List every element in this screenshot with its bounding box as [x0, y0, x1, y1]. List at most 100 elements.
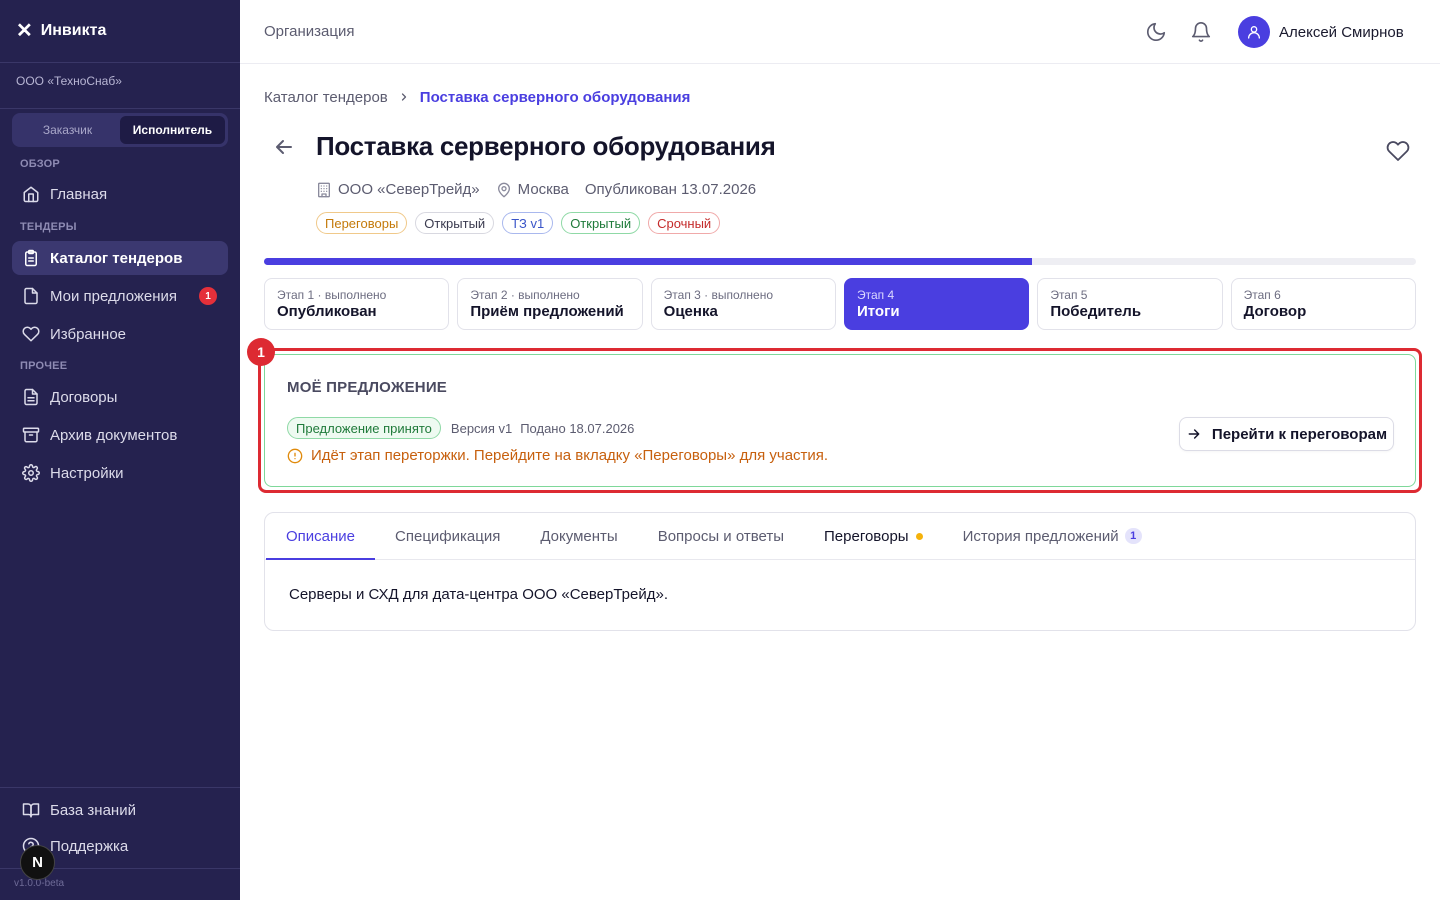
organization-name: ООО «ТехноСнаб»	[0, 63, 240, 109]
role-contractor[interactable]: Исполнитель	[120, 116, 225, 144]
stage-name: Итоги	[856, 303, 900, 320]
stage-3[interactable]: Этап 3 · выполнено Оценка	[650, 278, 836, 330]
tab-label: Описание	[286, 527, 356, 545]
stage-number: Этап 4	[856, 288, 895, 302]
gear-icon	[22, 464, 40, 482]
sidebar-item-label: Мои предложения	[50, 287, 178, 305]
stage-2[interactable]: Этап 2 · выполнено Приём предложений	[457, 278, 643, 330]
progress-fill	[264, 258, 1033, 265]
tag: Открытый	[561, 212, 641, 234]
document-icon	[24, 388, 38, 406]
file-icon	[24, 287, 38, 305]
tab-label: Спецификация	[395, 527, 501, 545]
archive-icon	[22, 427, 40, 443]
map-pin-icon	[497, 182, 510, 197]
section-tenders: ТЕНДЕРЫ	[20, 221, 77, 233]
tab-qa[interactable]: Вопросы и ответы	[638, 513, 804, 559]
tab-label: Вопросы и ответы	[657, 527, 785, 545]
sidebar-item-settings[interactable]: Настройки	[12, 456, 228, 490]
city-name: Москва	[517, 181, 569, 198]
tag: Переговоры	[316, 212, 408, 234]
page-title: Поставка серверного оборудования	[316, 131, 776, 161]
tab-label: История предложений	[962, 527, 1119, 545]
tender-published: Опубликован 13.07.2026	[585, 181, 756, 198]
offers-count-badge: 1	[199, 287, 217, 305]
stage-1[interactable]: Этап 1 · выполнено Опубликован	[264, 278, 450, 330]
avatar	[1238, 16, 1270, 48]
sidebar-item-home[interactable]: Главная	[12, 177, 228, 211]
stage-name: Победитель	[1050, 303, 1142, 320]
section-overview: ОБЗОР	[20, 158, 60, 170]
stage-name: Оценка	[663, 303, 718, 320]
dev-tools-badge[interactable]: N	[20, 845, 55, 880]
stage-name: Опубликован	[277, 303, 377, 320]
brand-x-icon: ✕	[16, 20, 33, 42]
stage-progress-bar	[264, 258, 1416, 265]
stage-number: Этап 5	[1050, 288, 1088, 302]
chevron-right-icon	[398, 90, 410, 106]
back-arrow-icon[interactable]	[272, 135, 296, 159]
stage-name: Договор	[1243, 303, 1307, 320]
sidebar-item-catalog[interactable]: Каталог тендеров	[12, 241, 228, 275]
sidebar-item-label: Архив документов	[50, 426, 178, 444]
tender-city: Москва	[496, 181, 569, 198]
stage-6[interactable]: Этап 6 Договор	[1230, 278, 1416, 330]
stage-5[interactable]: Этап 5 Победитель	[1037, 278, 1223, 330]
brand-logo[interactable]: ✕ Инвикта	[0, 0, 240, 63]
breadcrumb-current: Поставка серверного оборудования	[419, 89, 691, 106]
sidebar-item-label: База знаний	[50, 801, 136, 819]
sidebar-item-my-offers[interactable]: Мои предложения 1	[12, 279, 228, 313]
stage-number: Этап 3 · выполнено	[663, 288, 773, 302]
tab-offer-history[interactable]: История предложений 1	[943, 513, 1162, 559]
moon-icon[interactable]	[1145, 21, 1167, 43]
user-icon	[1248, 26, 1260, 39]
role-switch: Заказчик Исполнитель	[12, 113, 228, 147]
sidebar-item-favorites[interactable]: Избранное	[12, 317, 228, 351]
tag: ТЗ v1	[502, 212, 554, 234]
tab-negotiations[interactable]: Переговоры	[804, 513, 943, 559]
breadcrumb-catalog[interactable]: Каталог тендеров	[264, 89, 388, 106]
tag: Открытый	[415, 212, 495, 234]
published-date: Опубликован 13.07.2026	[584, 181, 757, 198]
role-customer[interactable]: Заказчик	[15, 116, 120, 144]
tender-company: ООО «СеверТрейд»	[316, 181, 480, 198]
tender-meta: ООО «СеверТрейд» Москва Опубликован 13.0…	[316, 181, 772, 198]
sidebar-item-label: Настройки	[50, 464, 124, 482]
sidebar-item-label: Главная	[50, 185, 108, 203]
tab-specification[interactable]: Спецификация	[375, 513, 520, 559]
stage-number: Этап 6	[1243, 288, 1281, 302]
top-bar: Организация Алексей Смирнов	[240, 0, 1440, 64]
sidebar-item-label: Поддержка	[50, 837, 129, 855]
sidebar-item-archive[interactable]: Архив документов	[12, 418, 228, 452]
divider	[0, 787, 240, 788]
tender-tags: Переговоры Открытый ТЗ v1 Открытый Срочный	[316, 212, 728, 234]
annotation-highlight-box	[258, 348, 1422, 493]
tab-label: Переговоры	[824, 527, 909, 545]
breadcrumb: Каталог тендеров Поставка серверного обо…	[264, 89, 690, 106]
stage-list: Этап 1 · выполнено Опубликован Этап 2 · вы…	[264, 278, 1416, 330]
sidebar-item-label: Договоры	[50, 388, 118, 406]
user-menu[interactable]: Алексей Смирнов	[1238, 16, 1404, 48]
heart-icon	[22, 326, 40, 342]
stage-number: Этап 2 · выполнено	[470, 288, 580, 302]
tab-documents[interactable]: Документы	[520, 513, 637, 559]
stage-4[interactable]: Этап 4 Итоги	[843, 278, 1030, 330]
sidebar-item-label: Избранное	[50, 325, 127, 343]
favorite-heart-icon[interactable]	[1386, 139, 1410, 163]
topbar-title: Организация	[264, 23, 355, 40]
notification-dot	[915, 532, 923, 540]
tab-description[interactable]: Описание	[266, 513, 376, 560]
sidebar-item-contracts[interactable]: Договоры	[12, 380, 228, 414]
sidebar-item-knowledge-base[interactable]: База знаний	[12, 793, 228, 827]
tender-tabs-card: Описание Спецификация Документы Вопросы и о…	[264, 512, 1416, 631]
company-name: ООО «СеверТрейд»	[338, 181, 480, 198]
annotation-number-badge: 1	[247, 338, 275, 366]
stage-name: Приём предложений	[470, 303, 624, 320]
home-icon	[23, 186, 39, 203]
tender-description: Серверы и СХД для дата-центра ООО «Север…	[289, 586, 669, 603]
tag: Срочный	[648, 212, 721, 234]
user-name: Алексей Смирнов	[1279, 23, 1404, 41]
sidebar: ✕ Инвикта ООО «ТехноСнаб» Заказчик Испол…	[0, 0, 240, 900]
bell-icon[interactable]	[1190, 21, 1212, 43]
count-badge: 1	[1124, 528, 1142, 544]
